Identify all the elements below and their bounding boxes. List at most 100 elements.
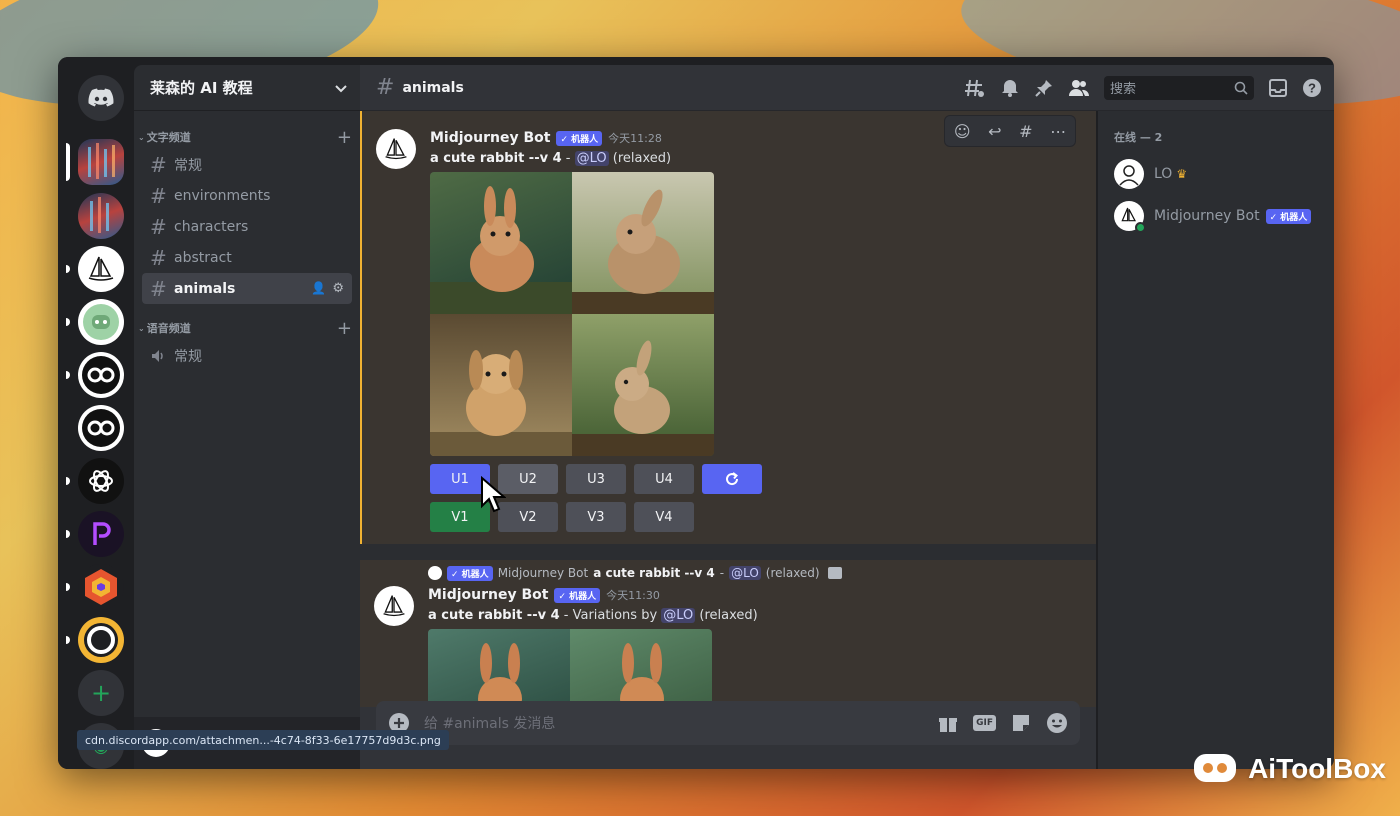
bell-icon[interactable] bbox=[1000, 78, 1020, 98]
bot-avatar[interactable] bbox=[374, 586, 414, 626]
thread-icon[interactable]: # bbox=[1019, 122, 1032, 141]
server-icon-p[interactable] bbox=[78, 511, 124, 557]
message-composer[interactable]: 给 #animals 发消息 GIF bbox=[376, 701, 1080, 745]
ring-logo-icon bbox=[84, 623, 118, 657]
chat-bubble-logo-icon bbox=[1194, 754, 1237, 782]
rabbit-image-2[interactable] bbox=[572, 172, 714, 314]
variation-button-v2[interactable]: V2 bbox=[498, 502, 558, 532]
ab-logo-icon bbox=[82, 356, 120, 394]
rabbit-image-1[interactable] bbox=[428, 629, 570, 707]
message[interactable]: ☺ ↩ # ⋯ Midjourney Bot ✓ 机器人 今天11:28 a c… bbox=[360, 111, 1096, 544]
guild-header[interactable]: 莱森的 AI 教程 bbox=[134, 65, 360, 111]
reply-prompt: a cute rabbit --v 4 bbox=[593, 566, 715, 580]
server-icon-ai-tutorial[interactable] bbox=[78, 139, 124, 185]
message-list: ☺ ↩ # ⋯ Midjourney Bot ✓ 机器人 今天11:28 a c… bbox=[360, 111, 1096, 707]
member-list: 在线 — 2 LO ♛ Midjourney Bot ✓ 机器人 bbox=[1098, 111, 1334, 769]
channel-item-characters[interactable]: # characters bbox=[142, 211, 352, 242]
discord-home-button[interactable] bbox=[78, 75, 124, 121]
server-icon-ring[interactable] bbox=[78, 617, 124, 663]
category-voice-channels[interactable]: ⌄ 语音频道 + bbox=[134, 316, 360, 340]
message[interactable]: ✓ 机器人 Midjourney Bot a cute rabbit --v 4… bbox=[360, 560, 1096, 707]
separator-text: - bbox=[561, 151, 575, 166]
upscale-button-u3[interactable]: U3 bbox=[566, 464, 626, 494]
bot-badge: ✓ 机器人 bbox=[556, 130, 603, 146]
channel-label: characters bbox=[174, 218, 249, 235]
member-list-icon[interactable] bbox=[1068, 78, 1090, 98]
rabbit-image-2[interactable] bbox=[570, 629, 712, 707]
message-author[interactable]: Midjourney Bot bbox=[430, 130, 550, 146]
server-icon-midjourney[interactable] bbox=[78, 246, 124, 292]
message-input[interactable]: 给 #animals 发消息 bbox=[424, 713, 923, 733]
gift-icon[interactable] bbox=[937, 712, 959, 734]
invite-member-icon[interactable]: 👤 bbox=[311, 281, 326, 296]
gear-icon[interactable]: ⚙ bbox=[332, 281, 344, 296]
unread-indicator bbox=[66, 371, 70, 379]
ab-logo-icon bbox=[82, 409, 120, 447]
member-item-lo[interactable]: LO ♛ bbox=[1114, 153, 1326, 195]
sailboat-icon bbox=[385, 138, 407, 160]
chat-area: ☺ ↩ # ⋯ Midjourney Bot ✓ 机器人 今天11:28 a c… bbox=[360, 65, 1104, 769]
pin-icon[interactable] bbox=[1034, 78, 1054, 98]
channel-sidebar: 莱森的 AI 教程 ⌄ 文字频道 + # 常规 # environments # … bbox=[134, 65, 360, 769]
reply-avatar bbox=[428, 566, 442, 580]
upscale-button-u2[interactable]: U2 bbox=[498, 464, 558, 494]
add-reaction-icon[interactable]: ☺ bbox=[954, 122, 971, 141]
reroll-button[interactable] bbox=[702, 464, 762, 494]
category-text-channels[interactable]: ⌄ 文字频道 + bbox=[134, 125, 360, 149]
add-server-button[interactable]: + bbox=[78, 670, 124, 716]
image-grid[interactable] bbox=[430, 172, 714, 456]
search-icon bbox=[1234, 81, 1248, 95]
member-name: LO bbox=[1154, 166, 1173, 182]
chevron-down-icon bbox=[335, 84, 347, 92]
server-icon-robot[interactable] bbox=[78, 299, 124, 345]
rabbit-illustration bbox=[478, 643, 522, 707]
aitoolbox-watermark: AiToolBox bbox=[1192, 752, 1386, 786]
server-icon-hex[interactable] bbox=[78, 564, 124, 610]
create-channel-plus-icon[interactable]: + bbox=[337, 127, 352, 148]
upscale-button-u4[interactable]: U4 bbox=[634, 464, 694, 494]
variation-button-v3[interactable]: V3 bbox=[566, 502, 626, 532]
bot-badge: ✓ 机器人 bbox=[1265, 208, 1312, 224]
rabbit-image-4[interactable] bbox=[572, 314, 714, 456]
channel-item-changgui[interactable]: # 常规 bbox=[142, 149, 352, 180]
rabbit-image-1[interactable] bbox=[430, 172, 572, 314]
sticker-icon[interactable] bbox=[1010, 712, 1032, 734]
mode-text: (relaxed) bbox=[608, 151, 672, 166]
member-item-midjourney-bot[interactable]: Midjourney Bot ✓ 机器人 bbox=[1114, 195, 1326, 237]
rabbit-image-3[interactable] bbox=[430, 314, 572, 456]
channel-item-animals[interactable]: # animals 👤 ⚙ bbox=[142, 273, 352, 304]
rabbit-illustration bbox=[572, 340, 714, 456]
channel-item-environments[interactable]: # environments bbox=[142, 180, 352, 211]
threads-icon[interactable] bbox=[964, 77, 986, 99]
server-icon-2[interactable] bbox=[78, 193, 124, 239]
variation-button-v4[interactable]: V4 bbox=[634, 502, 694, 532]
channel-label: environments bbox=[174, 187, 271, 204]
server-icon-openai[interactable] bbox=[78, 458, 124, 504]
server-icon-ab[interactable] bbox=[78, 352, 124, 398]
reply-reference[interactable]: ✓ 机器人 Midjourney Bot a cute rabbit --v 4… bbox=[428, 562, 1096, 584]
variation-text: - Variations by bbox=[559, 608, 662, 623]
category-label: 文字频道 bbox=[146, 131, 191, 144]
help-icon[interactable]: ? bbox=[1302, 78, 1322, 98]
emoji-icon[interactable] bbox=[1046, 712, 1068, 734]
channel-item-abstract[interactable]: # abstract bbox=[142, 242, 352, 273]
server-icon-ab-2[interactable] bbox=[78, 405, 124, 451]
message-author[interactable]: Midjourney Bot bbox=[428, 587, 548, 603]
inbox-icon[interactable] bbox=[1268, 78, 1288, 98]
gif-icon[interactable]: GIF bbox=[973, 715, 996, 731]
channel-title: animals bbox=[402, 79, 464, 96]
user-mention[interactable]: @LO bbox=[661, 608, 696, 623]
bot-avatar[interactable] bbox=[376, 129, 416, 169]
voice-channel-item[interactable]: 常规 bbox=[142, 340, 352, 371]
search-input[interactable]: 搜索 bbox=[1104, 75, 1254, 100]
image-grid[interactable] bbox=[428, 629, 712, 707]
create-channel-plus-icon[interactable]: + bbox=[337, 318, 352, 339]
user-mention[interactable]: @LO bbox=[574, 151, 609, 166]
rabbit-illustration bbox=[572, 189, 714, 314]
bot-badge: ✓ 机器人 bbox=[447, 565, 493, 581]
more-icon[interactable]: ⋯ bbox=[1050, 122, 1066, 141]
speaker-icon bbox=[152, 349, 163, 362]
hash-icon: # bbox=[150, 245, 167, 270]
message-action-bar: ☺ ↩ # ⋯ bbox=[944, 115, 1076, 147]
reply-icon[interactable]: ↩ bbox=[988, 122, 1001, 141]
